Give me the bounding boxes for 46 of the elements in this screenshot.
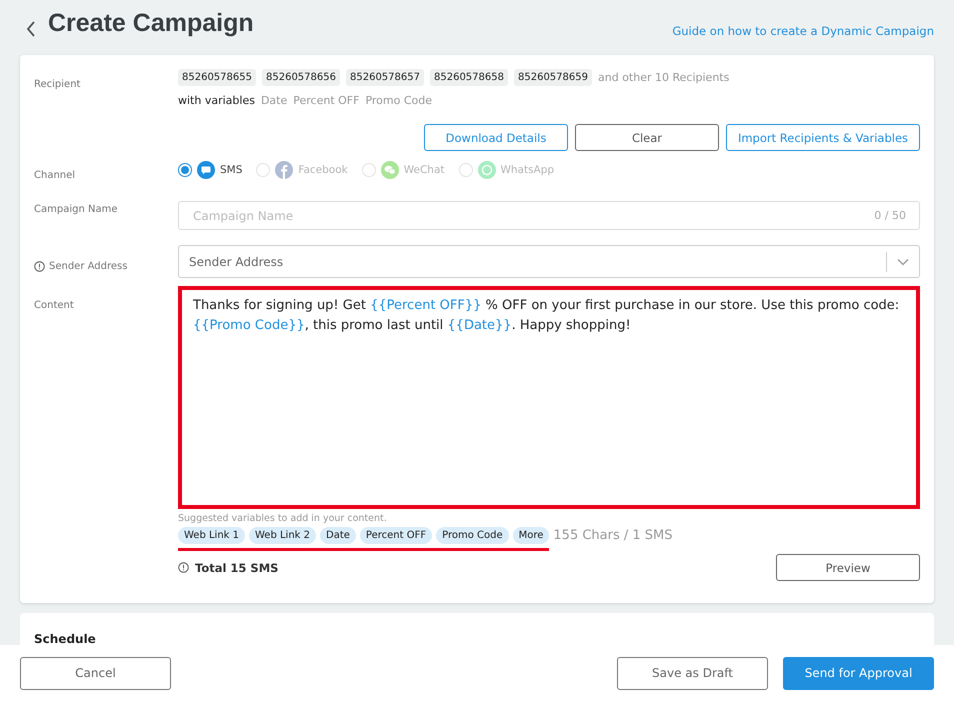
recipient-chip: 85260578656 [262,69,340,86]
cancel-button[interactable]: Cancel [20,656,171,690]
whatsapp-icon [478,161,496,179]
suggestion-hint: Suggested variables to add in your content. [178,513,388,524]
channel-label: SMS [220,164,242,176]
field-label: Campaign Name [34,203,118,217]
chevron-down-icon [897,258,909,266]
recipient-chip: 85260578655 [178,69,256,86]
content-field[interactable]: Thanks for signing up! Get {{Percent OFF}} % OFF on your first purchase in our store. Use this promo code: {{Promo Code}}, this promo last until {{Date}}. Happy shopping! [178,286,920,509]
facebook-icon [275,161,294,179]
field-label: Recipient [34,78,82,92]
variable-chip[interactable]: Date [320,527,356,544]
channel-label: WeChat [404,164,444,176]
preview-button[interactable]: Preview [776,554,920,581]
info-icon [34,261,45,272]
wechat-icon [380,161,399,179]
variable-chip[interactable]: More [512,527,550,544]
variables-label: with variables [178,94,255,107]
chat-icon [197,161,215,179]
variable-name: Percent OFF [293,94,360,107]
variable-name: Date [260,94,288,107]
field-label: Channel [34,169,76,181]
variable-name: Promo Code [365,94,432,107]
clear-button[interactable]: Clear [575,124,719,151]
variable-chip[interactable]: Percent OFF [360,527,432,544]
char-counter: 0 / 50 [874,209,906,222]
more-recipients: and other 10 Recipients [598,71,730,84]
variable-chip[interactable]: Web Link 2 [249,527,316,544]
info-icon [178,562,189,573]
channel-label: WhatsApp [500,164,554,176]
recipient-chip: 85260578658 [430,69,508,86]
back-icon[interactable] [26,20,36,36]
variable-chip[interactable]: Promo Code [436,527,509,544]
sender-select[interactable]: Sender Address [178,245,920,278]
char-count: 155 Chars / 1 SMS [553,528,673,543]
channel-label: Facebook [298,164,348,176]
total-sms: Total 15 SMS [178,560,278,574]
variable-chip[interactable]: Web Link 1 [178,527,245,544]
save-draft-button[interactable]: Save as Draft [617,656,768,690]
section-title: Schedule [34,632,96,646]
recipient-chip: 85260578657 [346,69,424,86]
page-title: Create Campaign [48,9,254,38]
recipient-chip: 85260578659 [514,69,592,86]
field-label: Content [34,299,75,313]
field-label: Sender Address [49,261,128,272]
radio-button[interactable] [178,163,192,177]
